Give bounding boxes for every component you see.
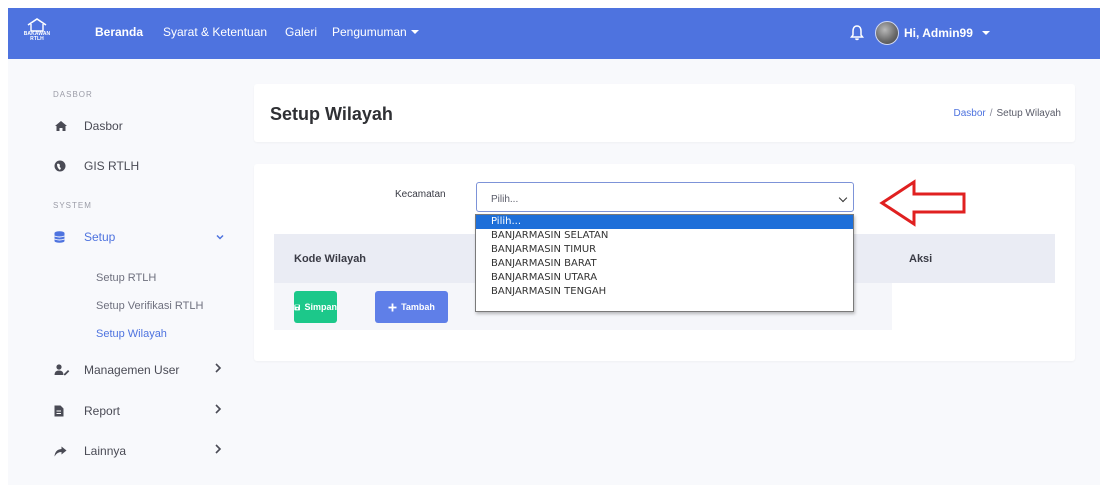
option-banjarmasin-tengah[interactable]: BANJARMASIN TENGAH [476,285,853,299]
chevron-down-icon [838,193,848,203]
breadcrumb-separator: / [989,108,993,119]
chevron-right-icon [215,404,222,414]
database-icon [54,231,72,243]
user-greeting: Hi, Admin99 [904,26,973,40]
sidebar-subitem-setup-rtlh[interactable]: Setup RTLH [96,272,156,284]
sidebar-item-label: Managemen User [84,363,180,377]
brand-logo[interactable]: BAKAWAN RTLH [22,18,52,50]
chevron-down-icon [216,234,224,240]
sidebar-subitem-setup-verifikasi[interactable]: Setup Verifikasi RTLH [96,300,203,312]
breadcrumb: Dasbor / Setup Wilayah [953,108,1061,119]
kecamatan-options-list: Pilih... BANJARMASIN SELATAN BANJARMASIN… [475,214,854,312]
option-banjarmasin-barat[interactable]: BANJARMASIN BARAT [476,257,853,271]
option-banjarmasin-selatan[interactable]: BANJARMASIN SELATAN [476,229,853,243]
kecamatan-select-value: Pilih... [491,194,519,205]
sidebar: DASBOR Dasbor GIS RTLH SYSTEM Setup Setu… [8,59,238,485]
app-frame: BAKAWAN RTLH Beranda Syarat & Ketentuan … [8,8,1100,485]
sidebar-item-label: Dasbor [84,119,123,133]
caret-down-icon [981,31,990,35]
kecamatan-label: Kecamatan [395,189,446,200]
chevron-right-icon [215,363,222,373]
user-menu[interactable]: Hi, Admin99 [875,20,990,46]
page-title: Setup Wilayah [270,104,393,124]
option-banjarmasin-utara[interactable]: BANJARMASIN UTARA [476,271,853,285]
sidebar-subitem-setup-wilayah[interactable]: Setup Wilayah [96,328,167,340]
tambah-button[interactable]: Tambah [375,291,448,323]
chevron-right-icon [215,444,222,454]
nav-pengumuman[interactable]: Pengumuman [332,25,419,39]
column-header-aksi: Aksi [909,253,933,265]
house-logo-icon [27,18,47,32]
globe-icon [54,160,72,172]
sidebar-item-report[interactable]: Report [54,401,224,421]
sidebar-item-label: Lainnya [84,444,127,458]
kecamatan-select[interactable]: Pilih... [476,182,854,212]
caret-down-icon [410,30,419,34]
sidebar-item-setup[interactable]: Setup [54,227,224,247]
top-navbar: BAKAWAN RTLH Beranda Syarat & Ketentuan … [8,8,1100,59]
breadcrumb-current: Setup Wilayah [996,108,1061,119]
user-edit-icon [54,364,72,376]
home-icon [54,120,72,132]
breadcrumb-link-dasbor[interactable]: Dasbor [953,108,985,119]
plus-icon [388,303,397,311]
simpan-label: Simpan [304,302,337,312]
brand-text-bottom: RTLH [30,36,44,42]
sidebar-item-label: Report [84,404,121,418]
file-icon [54,405,72,417]
sidebar-heading-system: SYSTEM [53,201,92,210]
sidebar-heading-dasbor: DASBOR [53,90,93,99]
nav-syarat-ketentuan[interactable]: Syarat & Ketentuan [163,25,267,39]
option-banjarmasin-timur[interactable]: BANJARMASIN TIMUR [476,243,853,257]
nav-pengumuman-label: Pengumuman [332,25,407,39]
nav-galeri[interactable]: Galeri [285,25,317,39]
bell-icon[interactable] [849,24,865,42]
sidebar-item-label: Setup [84,230,116,244]
red-arrow-annotation-icon [879,179,966,227]
share-arrow-icon [54,446,72,457]
sidebar-item-managemen-user[interactable]: Managemen User [54,360,224,380]
option-pilih[interactable]: Pilih... [476,215,853,229]
column-header-kode-wilayah: Kode Wilayah [294,253,367,265]
avatar [875,21,899,45]
simpan-button[interactable]: Simpan [294,291,337,323]
sidebar-item-label: GIS RTLH [84,159,140,173]
tambah-label: Tambah [401,302,435,312]
save-icon [294,304,301,310]
nav-beranda[interactable]: Beranda [95,25,143,39]
sidebar-item-dasbor[interactable]: Dasbor [54,116,224,136]
page-header-card: Setup Wilayah Dasbor / Setup Wilayah [254,84,1075,142]
sidebar-item-gis[interactable]: GIS RTLH [54,156,224,176]
sidebar-item-lainnya[interactable]: Lainnya [54,441,224,461]
